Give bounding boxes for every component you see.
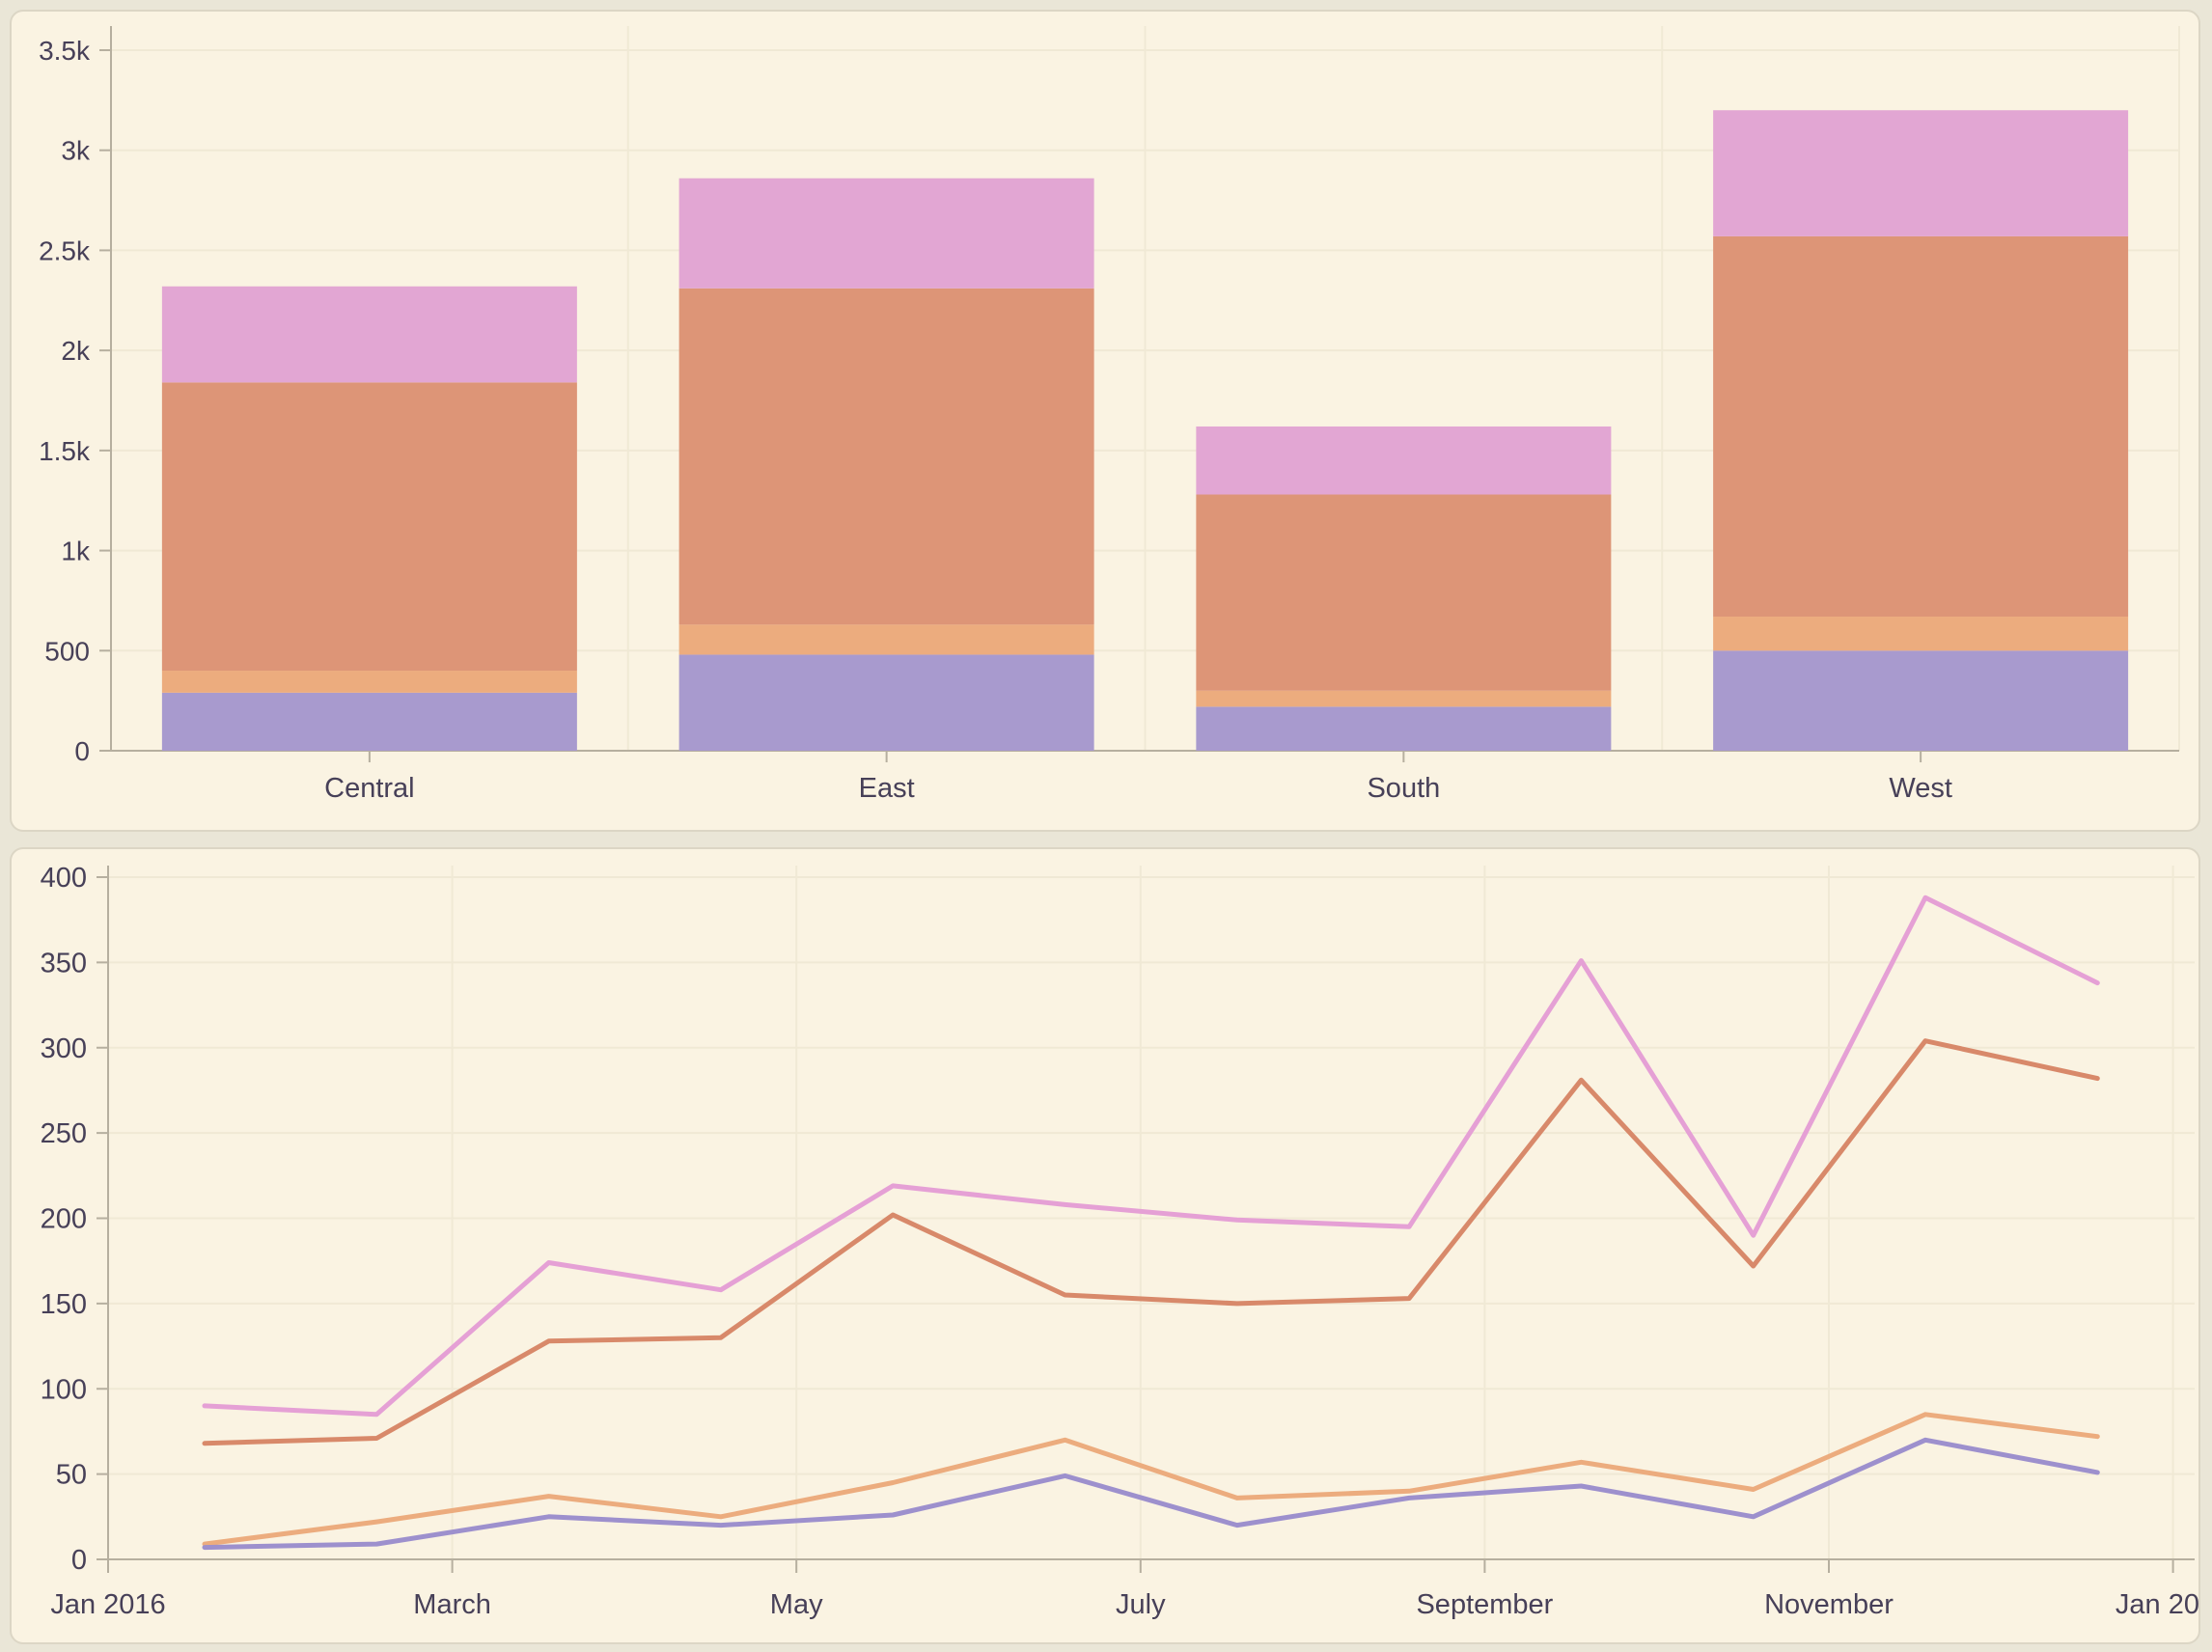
y-tick-label: 250 xyxy=(41,1118,87,1149)
bar-segment-central-purple[interactable] xyxy=(162,693,577,751)
bar-segment-west-pink[interactable] xyxy=(1713,110,2128,236)
y-tick-label: 3k xyxy=(61,136,91,166)
y-tick-label: 0 xyxy=(71,1545,87,1576)
y-tick-label: 350 xyxy=(41,948,87,978)
line-series-purple[interactable] xyxy=(205,1440,2097,1547)
x-tick-label: March xyxy=(413,1589,491,1620)
bar-segment-central-tan[interactable] xyxy=(162,671,577,693)
x-category-label: East xyxy=(859,773,915,804)
bar-segment-east-tan[interactable] xyxy=(679,624,1094,654)
y-tick-label: 50 xyxy=(56,1460,87,1491)
x-tick-label: July xyxy=(1116,1589,1166,1620)
y-tick-label: 500 xyxy=(44,636,90,666)
bar-segment-east-pink[interactable] xyxy=(679,179,1094,289)
bar-segment-east-salmon[interactable] xyxy=(679,289,1094,624)
bar-segment-central-salmon[interactable] xyxy=(162,382,577,671)
y-tick-label: 150 xyxy=(41,1289,87,1320)
line-series-pink[interactable] xyxy=(205,897,2097,1415)
bar-segment-south-pink[interactable] xyxy=(1196,427,1611,495)
stacked-bar-chart-card: 0 500 1k 1.5k 2k 2.5k 3k 3.5k Central East South We… xyxy=(10,10,2200,832)
x-tick-label: September xyxy=(1416,1589,1553,1620)
x-category-label: West xyxy=(1889,773,1952,804)
line-chart-card: 0 50 100 150 200 250 300 350 400 Jan 2016 March May… xyxy=(10,847,2200,1644)
y-tick-label: 2k xyxy=(61,336,91,366)
stacked-bar-chart-canvas: 0 500 1k 1.5k 2k 2.5k 3k 3.5k Central East South We… xyxy=(12,12,2198,830)
x-category-label: Central xyxy=(324,773,415,804)
bar-segment-south-purple[interactable] xyxy=(1196,706,1611,751)
y-tick-label: 300 xyxy=(41,1033,87,1064)
line-chart-canvas: 0 50 100 150 200 250 300 350 400 Jan 2016 March May… xyxy=(12,849,2198,1642)
y-tick-label: 400 xyxy=(41,863,87,894)
y-tick-label: 1k xyxy=(61,537,91,566)
x-tick-label: November xyxy=(1764,1589,1894,1620)
x-tick-label: Jan 2016 xyxy=(50,1589,165,1620)
y-tick-label: 2.5k xyxy=(39,235,91,265)
bar-segment-east-purple[interactable] xyxy=(679,654,1094,751)
bar-segment-west-salmon[interactable] xyxy=(1713,236,2128,617)
bar-segment-west-tan[interactable] xyxy=(1713,617,2128,650)
y-tick-label: 100 xyxy=(41,1374,87,1405)
bar-segment-south-tan[interactable] xyxy=(1196,691,1611,707)
line-series-orange[interactable] xyxy=(205,1041,2097,1444)
y-tick-label: 1.5k xyxy=(39,436,91,466)
x-tick-label: May xyxy=(770,1589,823,1620)
bar-segment-south-salmon[interactable] xyxy=(1196,494,1611,690)
bar-segment-west-purple[interactable] xyxy=(1713,650,2128,751)
x-category-label: South xyxy=(1367,773,1440,804)
x-tick-label: Jan 2017 xyxy=(2115,1589,2198,1620)
y-tick-label: 0 xyxy=(74,736,90,766)
y-tick-label: 200 xyxy=(41,1204,87,1235)
bar-segment-central-pink[interactable] xyxy=(162,287,577,383)
y-tick-label: 3.5k xyxy=(39,36,91,66)
